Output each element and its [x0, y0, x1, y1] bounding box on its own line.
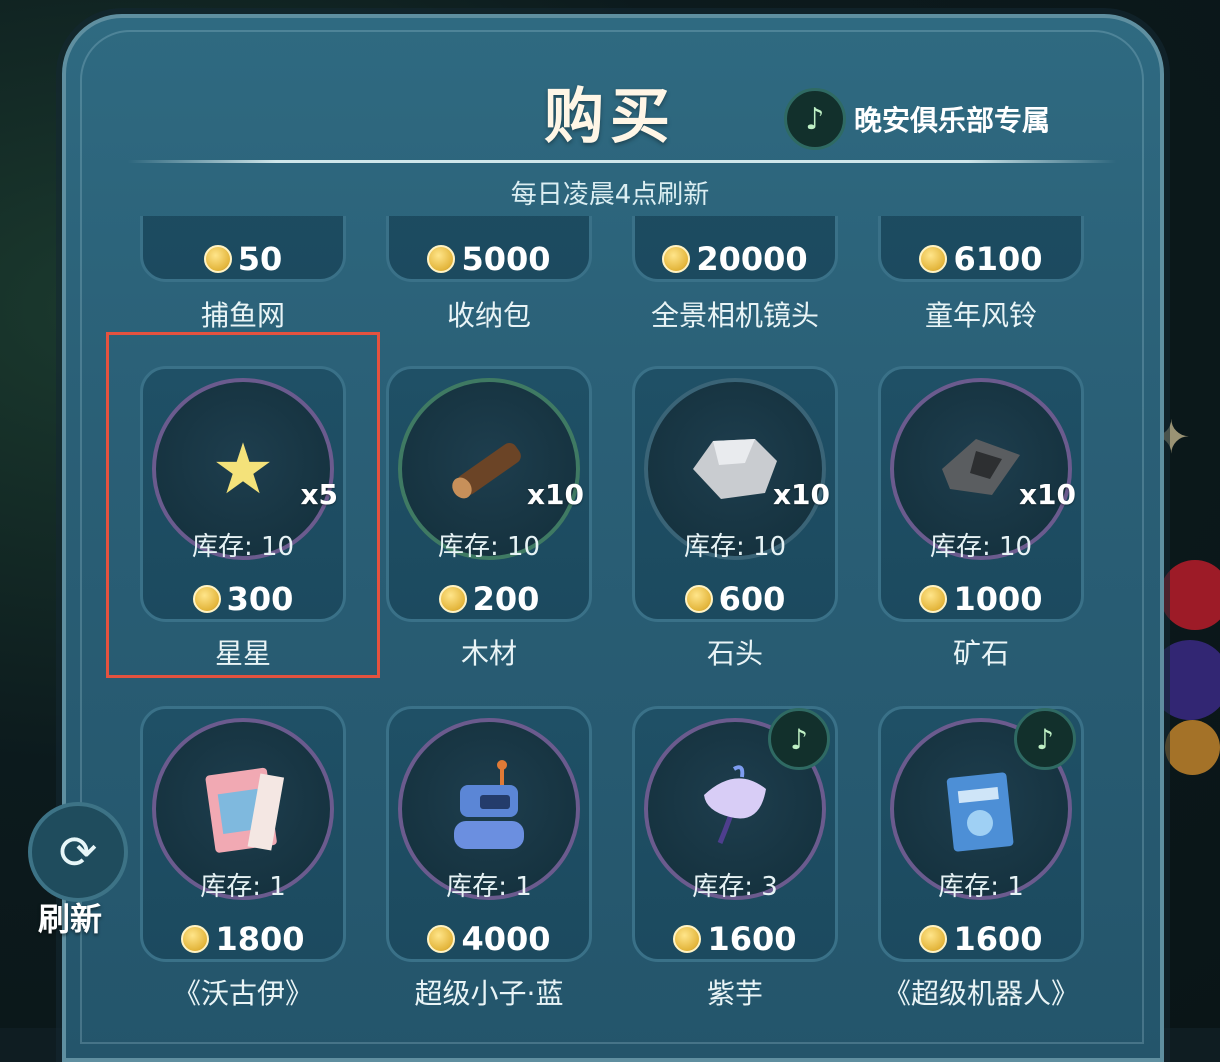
- bundle-quantity: x10: [1018, 478, 1076, 511]
- item-name: 石头: [706, 637, 763, 670]
- gold-coin-icon: [919, 585, 948, 613]
- item-name: 《沃古伊》: [172, 977, 313, 1010]
- item-name: 捕鱼网: [200, 299, 285, 332]
- refresh-icon: ⟳: [58, 825, 98, 879]
- gold-coin-icon: [919, 925, 948, 953]
- price: 1800: [140, 920, 346, 958]
- refresh-button[interactable]: ⟳: [28, 802, 128, 902]
- gold-coin-icon: [427, 245, 456, 273]
- item-name: 收纳包: [446, 299, 531, 332]
- gold-coin-icon: [919, 245, 948, 273]
- price: 50: [140, 240, 346, 278]
- item-name: 紫芋: [706, 977, 763, 1010]
- stock-count: 库存: 10: [437, 532, 541, 562]
- stock-count: 库存: 1: [446, 872, 532, 902]
- gold-coin-icon: [684, 585, 713, 613]
- stock-count: 库存: 1: [938, 872, 1024, 902]
- price: 1600: [632, 920, 838, 958]
- price: 5000: [386, 240, 592, 278]
- refresh-note: 每日凌晨4点刷新: [510, 180, 710, 210]
- price: 6100: [878, 240, 1084, 278]
- price: 4000: [386, 920, 592, 958]
- gold-coin-icon: [662, 245, 691, 273]
- item-name: 童年风铃: [924, 299, 1037, 332]
- bundle-quantity: x10: [526, 478, 584, 511]
- price: 20000: [632, 240, 838, 278]
- bundle-quantity: x10: [772, 478, 830, 511]
- price: 600: [632, 580, 838, 618]
- stock-count: 库存: 1: [200, 872, 286, 902]
- price: 1600: [878, 920, 1084, 958]
- stock-count: 库存: 10: [683, 532, 787, 562]
- gold-coin-icon: [181, 925, 210, 953]
- title-divider: [128, 160, 1116, 163]
- gold-coin-icon: [438, 585, 467, 613]
- item-name: 矿石: [952, 637, 1009, 670]
- stock-count: 库存: 10: [929, 532, 1033, 562]
- gold-coin-icon: [673, 925, 702, 953]
- refresh-label[interactable]: 刷新: [38, 894, 102, 940]
- stock-count: 库存: 3: [692, 872, 778, 902]
- item-name: 《超级机器人》: [882, 977, 1079, 1010]
- club-label-text: 晚安俱乐部专属: [854, 104, 1051, 137]
- selected-item-highlight: [106, 332, 380, 678]
- item-name: 全景相机镜头: [650, 299, 819, 332]
- music-note-icon: ♪: [784, 88, 846, 150]
- price: 1000: [878, 580, 1084, 618]
- item-name: 木材: [460, 637, 517, 670]
- club-exclusive-badge-icon: ♪: [1014, 708, 1076, 770]
- gold-coin-icon: [427, 925, 456, 953]
- club-exclusive-badge-icon: ♪: [768, 708, 830, 770]
- club-exclusive-label: ♪ 晚安俱乐部专属: [784, 88, 1050, 150]
- gold-coin-icon: [203, 245, 232, 273]
- price: 200: [386, 580, 592, 618]
- item-name: 超级小子·蓝: [414, 977, 564, 1010]
